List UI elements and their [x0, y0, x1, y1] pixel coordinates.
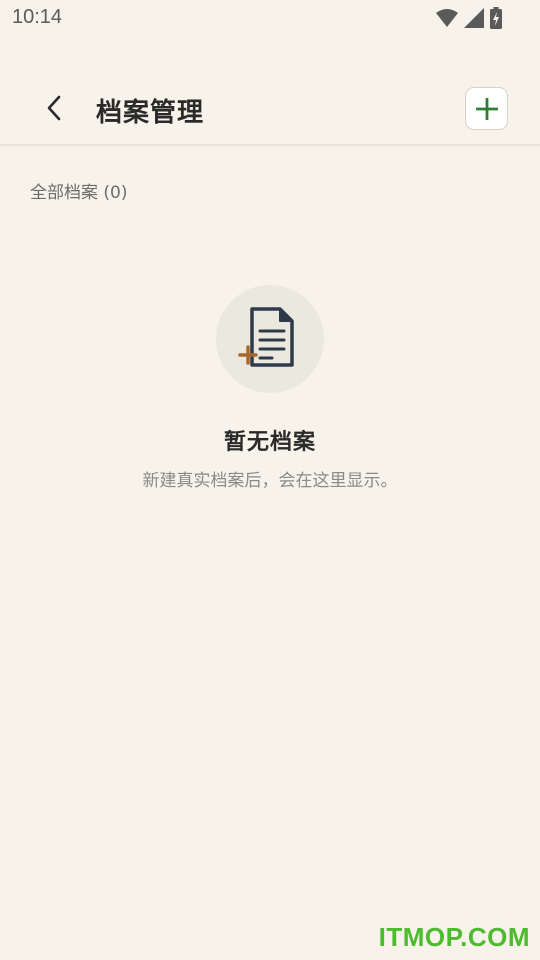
empty-state-description: 新建真实档案后，会在这里显示。	[142, 471, 398, 491]
document-add-icon	[238, 307, 294, 367]
status-time: 10:14	[12, 6, 63, 28]
wifi-icon	[436, 9, 458, 27]
page-title: 档案管理	[96, 98, 205, 128]
app-bar: 档案管理	[0, 68, 540, 146]
back-button[interactable]	[38, 92, 70, 124]
battery-charging-icon	[490, 7, 502, 29]
add-archive-button[interactable]	[465, 87, 508, 130]
plus-icon	[475, 97, 498, 120]
empty-state-title: 暂无档案	[223, 430, 316, 455]
status-bar: 10:14	[0, 0, 540, 36]
watermark: ITMOP.COM	[378, 922, 530, 952]
signal-icon	[464, 8, 484, 28]
screen: 10:14 档案管理 全部档案 (0) 暂无档案 新建真实档案后，会在这里显示。…	[0, 0, 540, 960]
status-icons	[436, 7, 502, 29]
chevron-left-icon	[47, 95, 61, 121]
section-label-all-archives: 全部档案 (0)	[30, 183, 128, 203]
empty-state-illustration	[216, 285, 324, 393]
